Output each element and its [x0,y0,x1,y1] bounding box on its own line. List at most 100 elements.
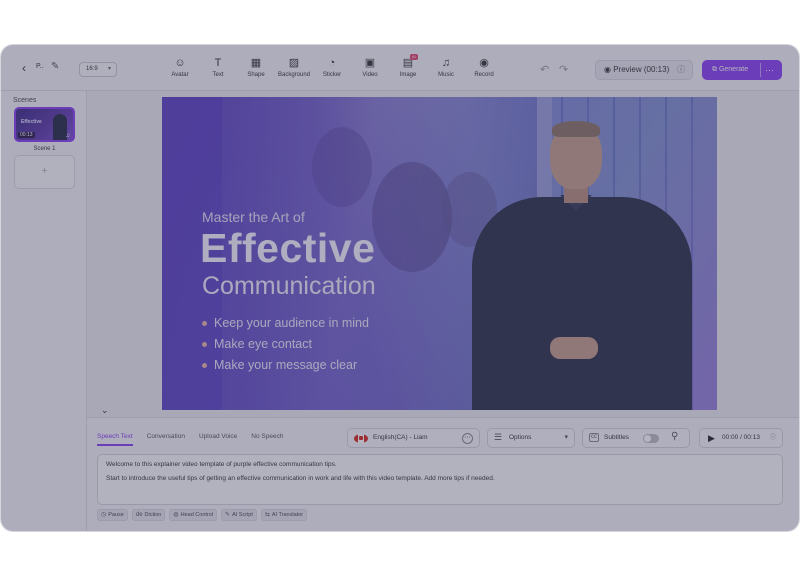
chip-label: Head Control [180,512,214,518]
preview-label: Preview (00:13) [613,65,670,74]
app-window: ‹ P.. ✎ 16:9 ▾ ☺ Avatar T Text ▦ Shape ▨… [1,45,799,531]
speech-script-input[interactable]: Welcome to this explainer video template… [97,454,783,505]
background-icon: ▨ [288,57,300,69]
insert-tools: ☺ Avatar T Text ▦ Shape ▨ Background ◔ S… [161,54,503,78]
magic-wand-icon[interactable]: ⚲ [671,431,678,442]
video-canvas[interactable]: Master the Art of Effective Communicatio… [162,97,717,410]
script-tools: ◷ Pause de Diction ◍ Head Control ✎ AI Scrip… [97,509,311,521]
subtitles-toggle[interactable] [643,434,659,443]
ai-translator-button[interactable]: ⇆ AI Translator [260,509,308,521]
sliders-icon: ☰ [494,432,503,442]
info-icon[interactable]: ⓘ [770,429,776,447]
generate-button[interactable]: ⧉ Generate ⋯ [702,60,782,80]
tool-label: Image [399,72,417,78]
chip-label: AI Script [232,512,253,518]
pause-button[interactable]: ◷ Pause [97,509,128,521]
scene-thumbnail[interactable]: Effective 00:13 ♫ [14,107,75,142]
tool-avatar[interactable]: ☺ Avatar [161,57,199,78]
head-control-icon: ◍ [173,512,179,518]
video-icon: ▣ [364,57,376,69]
chip-label: Diction [144,512,162,518]
tool-label: Music [438,72,454,78]
music-note-icon: ♫ [65,133,71,139]
slide-subtitle[interactable]: Master the Art of [202,209,305,225]
avatar-icon: ☺ [174,57,186,69]
pause-icon: ◷ [101,512,107,518]
tool-label: Background [277,72,311,78]
redo-icon[interactable]: ↷ [559,63,568,76]
play-icon[interactable]: ▶ [708,429,715,447]
ai-badge: AI [410,54,418,60]
tool-label: Text [212,72,224,78]
record-icon: ◉ [479,57,489,69]
scenes-panel: Scenes Effective 00:13 ♫ Scene 1 + [1,91,87,531]
tool-video[interactable]: ▣ Video [351,57,389,78]
chip-label: AI Translator [271,512,304,518]
chip-label: Pause [108,512,124,518]
playback-time: 00:00 / 00:13 [722,434,760,441]
options-select[interactable]: ☰ Options ▾ [487,428,575,448]
tool-text[interactable]: T Text [199,57,237,78]
info-icon[interactable]: ⓘ [677,61,685,79]
divider [760,63,761,77]
aspect-ratio-select[interactable]: 16:9 ▾ [79,62,117,77]
chevron-down-icon: ▾ [107,66,111,72]
tool-background[interactable]: ▨ Background [275,57,313,78]
subtitles-label: Subtitles [604,434,629,441]
slide-title[interactable]: Effective [200,225,375,272]
tool-image[interactable]: ▤ AI Image [389,54,427,78]
slide-title-line2[interactable]: Communication [202,272,376,301]
script-line: Welcome to this explainer video template… [106,461,337,468]
canada-flag-icon [354,434,368,443]
image-icon: ▤ [402,57,414,69]
tab-speech-text[interactable]: Speech Text [97,433,133,446]
bullet-item: Make your message clear [202,355,369,376]
tool-label: Avatar [171,72,189,78]
tool-shape[interactable]: ▦ Shape [237,57,275,78]
tool-label: Shape [247,72,265,78]
edit-pencil-icon[interactable]: ✎ [51,61,59,72]
collapse-chevron-icon[interactable]: ⌄ [101,405,109,416]
audio-player: ▶ 00:00 / 00:13 ⓘ [699,428,783,448]
project-name[interactable]: P.. [36,63,44,70]
tab-no-speech[interactable]: No Speech [251,433,283,446]
more-options-icon[interactable]: ⋯ [765,60,774,80]
presenter-hands [550,337,598,359]
generate-label: Generate [718,66,749,73]
tab-conversation[interactable]: Conversation [147,433,185,446]
voice-label: English(CA) - Liam [373,434,428,441]
bullet-item: Keep your audience in mind [202,313,369,334]
tool-sticker[interactable]: ◔ Sticker [313,57,351,78]
speech-tabs: Speech Text Conversation Upload Voice No… [97,433,297,446]
scene-label: Scene 1 [33,146,56,152]
diction-icon: de [135,512,143,518]
presenter-body [472,197,692,410]
aspect-ratio-value: 16:9 [86,66,98,72]
head-control-button[interactable]: ◍ Head Control [169,509,218,521]
tool-label: Video [362,72,378,78]
ai-script-button[interactable]: ✎ AI Script [221,509,257,521]
subtitles-control: cc Subtitles ⚲ [582,428,690,448]
avatar-presenter[interactable] [472,121,692,410]
diction-button[interactable]: de Diction [131,509,166,521]
more-icon[interactable]: ⋯ [462,433,473,444]
back-arrow-icon[interactable]: ‹ [17,61,31,75]
options-label: Options [509,434,532,441]
shape-icon: ▦ [250,57,262,69]
undo-icon[interactable]: ↶ [540,63,549,76]
slide-bullet-list[interactable]: Keep your audience in mind Make eye cont… [202,313,369,376]
voice-select[interactable]: English(CA) - Liam ⋯ [347,428,480,448]
tool-record[interactable]: ◉ Record [465,57,503,78]
tool-music[interactable]: ♫ Music [427,57,465,78]
script-line: Start to introduce the useful tips of ge… [106,475,495,482]
preview-button[interactable]: ◉ Preview (00:13) ⓘ [595,60,693,80]
plus-icon: + [41,166,48,177]
ai-script-icon: ✎ [225,512,231,518]
translate-icon: ⇆ [264,512,270,518]
tool-label: Record [474,72,494,78]
tab-upload-voice[interactable]: Upload Voice [199,433,237,446]
top-toolbar: ‹ P.. ✎ 16:9 ▾ ☺ Avatar T Text ▦ Shape ▨… [1,45,799,91]
music-icon: ♫ [441,57,451,69]
scene-thumb-title: Effective [21,119,42,125]
add-scene-button[interactable]: + [14,155,75,189]
